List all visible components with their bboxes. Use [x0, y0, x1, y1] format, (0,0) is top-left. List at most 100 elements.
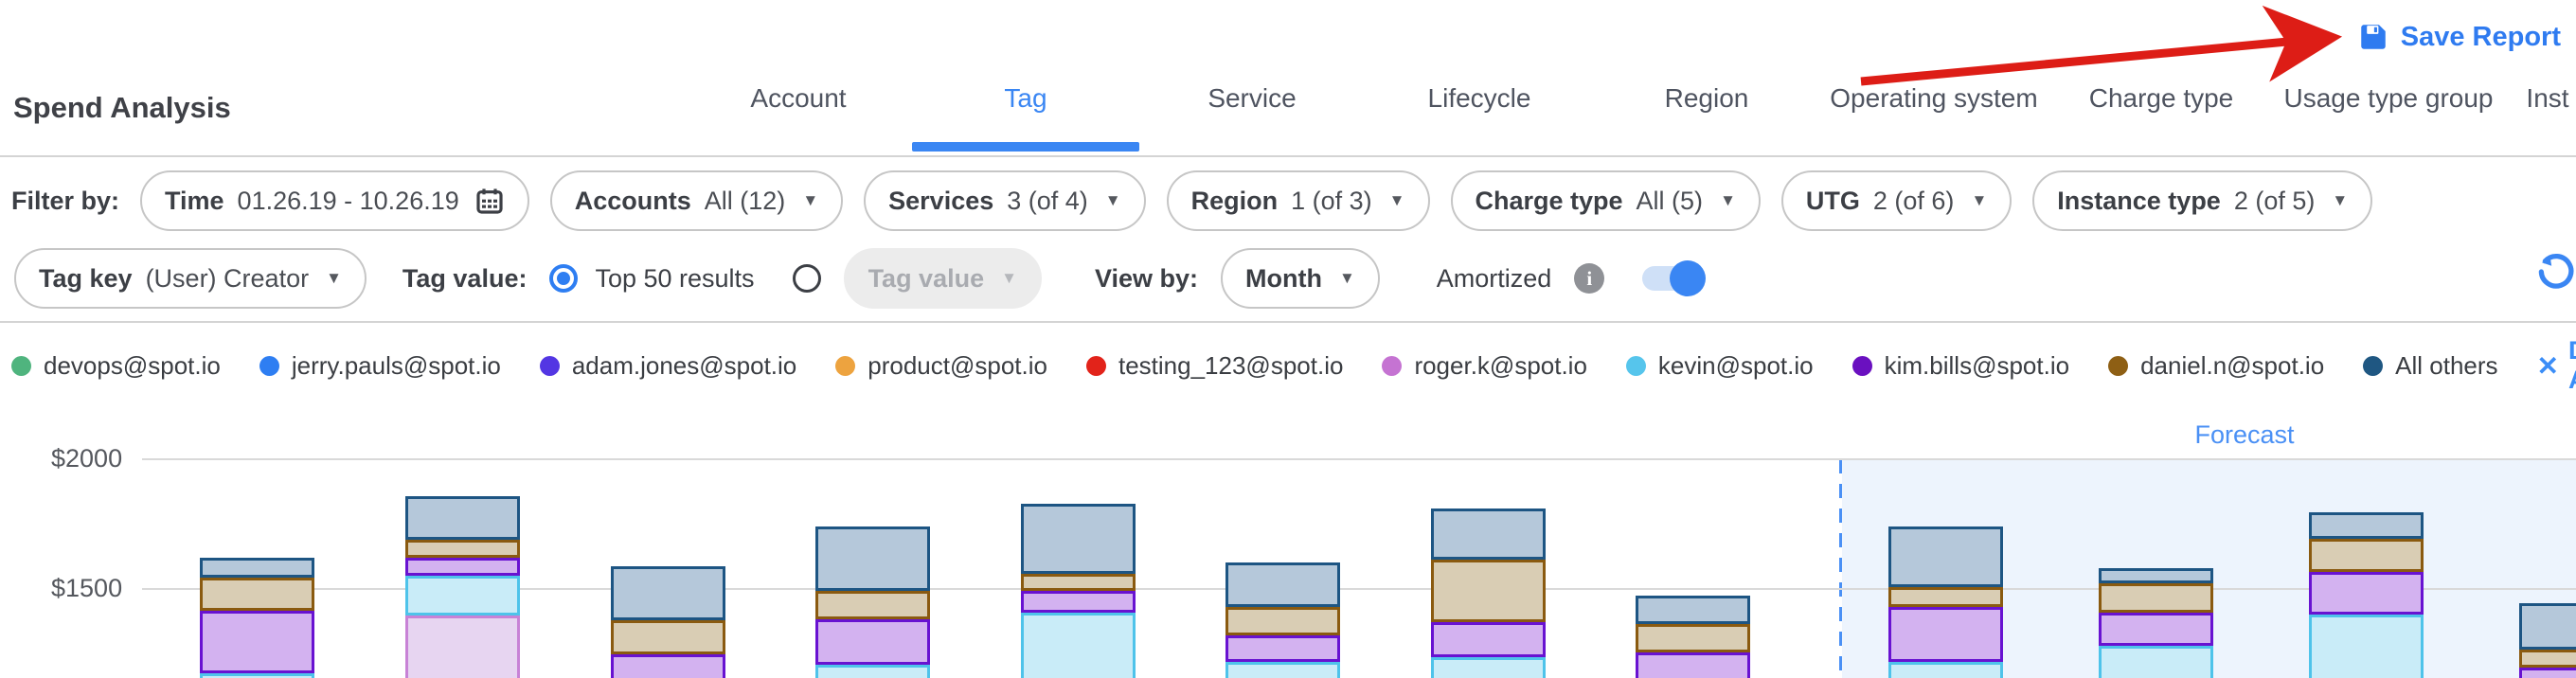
chevron-down-icon [1389, 191, 1405, 210]
utg-filter-pill[interactable]: UTG2 (of 6) [1781, 170, 2012, 231]
tab-charge-type[interactable]: Charge type [2048, 83, 2275, 114]
bar-segment-all-others[interactable] [1225, 562, 1340, 607]
reset-refresh-button[interactable] [2534, 252, 2574, 296]
bar-segment-all-others[interactable] [1888, 526, 2003, 587]
bar-segment-kim-bills-spot-io[interactable] [815, 619, 930, 665]
bar-segment-kevin-spot-io[interactable] [1021, 613, 1136, 678]
time-filter-pill[interactable]: Time 01.26.19 - 10.26.19 [140, 170, 529, 231]
bar-segment-kim-bills-spot-io[interactable] [2309, 572, 2424, 615]
tag-key-pill[interactable]: Tag key (User) Creator [14, 248, 367, 309]
tab-tag[interactable]: Tag [912, 83, 1139, 114]
bar-segment-daniel-n-spot-io[interactable] [2309, 539, 2424, 572]
legend-item-jerry-pauls-spot-io[interactable]: jerry.pauls@spot.io [259, 351, 501, 381]
tab-account[interactable]: Account [685, 83, 912, 114]
bar-segment-daniel-n-spot-io[interactable] [405, 540, 520, 558]
bar-segment-all-others[interactable] [200, 558, 314, 578]
bar-segment-kim-bills-spot-io[interactable] [2519, 668, 2576, 678]
tab-operating-system[interactable]: Operating system [1820, 83, 2048, 114]
bar-segment-daniel-n-spot-io[interactable] [2099, 583, 2213, 613]
bar-segment-kevin-spot-io[interactable] [1431, 657, 1546, 678]
amortized-label: Amortized [1437, 264, 1552, 294]
amortized-toggle[interactable] [1642, 266, 1703, 291]
accounts-filter-pill[interactable]: AccountsAll (12) [550, 170, 843, 231]
bar-segment-daniel-n-spot-io[interactable] [1888, 587, 2003, 607]
pill-label: Charge type [1476, 187, 1623, 216]
bar-segment-kevin-spot-io[interactable] [200, 673, 314, 678]
red-arrow-annotation [0, 0, 2576, 157]
bar-segment-kim-bills-spot-io[interactable] [1225, 635, 1340, 662]
bar-segment-daniel-n-spot-io[interactable] [1636, 624, 1750, 652]
bar-segment-kevin-spot-io[interactable] [1225, 662, 1340, 678]
instance-type-filter-pill[interactable]: Instance type2 (of 5) [2032, 170, 2372, 231]
bar-segment-daniel-n-spot-io[interactable] [1431, 560, 1546, 622]
bar-segment-all-others[interactable] [2099, 568, 2213, 583]
bar-segment-all-others[interactable] [815, 526, 930, 591]
legend-item-all-others[interactable]: All others [2363, 351, 2497, 381]
bar-segment-daniel-n-spot-io[interactable] [611, 620, 725, 654]
legend-item-testing-123-spot-io[interactable]: testing_123@spot.io [1086, 351, 1343, 381]
region-filter-pill[interactable]: Region1 (of 3) [1167, 170, 1430, 231]
bar-segment-all-others[interactable] [405, 496, 520, 540]
bar-segment-all-others[interactable] [1431, 508, 1546, 560]
bar-segment-kim-bills-spot-io[interactable] [1021, 591, 1136, 613]
top-50-results-label: Top 50 results [595, 264, 754, 294]
bar-segment-daniel-n-spot-io[interactable] [2519, 650, 2576, 667]
bar-segment-daniel-n-spot-io[interactable] [815, 591, 930, 619]
bar-segment-all-others[interactable] [611, 566, 725, 620]
filter-row-secondary: Tag key (User) Creator Tag value: Top 50… [14, 248, 1703, 309]
legend-item-product-spot-io[interactable]: product@spot.io [835, 351, 1047, 381]
bar-segment-kim-bills-spot-io[interactable] [200, 611, 314, 673]
legend-label: roger.k@spot.io [1414, 351, 1586, 381]
chevron-down-icon [326, 269, 342, 288]
filter-row-primary: Filter by: Time 01.26.19 - 10.26.19 Acco… [11, 170, 2372, 231]
tab-region[interactable]: Region [1593, 83, 1820, 114]
tab-lifecycle[interactable]: Lifecycle [1366, 83, 1593, 114]
legend-item-daniel-n-spot-io[interactable]: daniel.n@spot.io [2108, 351, 2324, 381]
bar-segment-daniel-n-spot-io[interactable] [200, 578, 314, 611]
bar-segment-kim-bills-spot-io[interactable] [2099, 613, 2213, 646]
bar-segment-kevin-spot-io[interactable] [2099, 646, 2213, 678]
legend-label: kim.bills@spot.io [1885, 351, 2069, 381]
time-filter-value: 01.26.19 - 10.26.19 [238, 187, 459, 216]
legend-dot [1382, 356, 1402, 376]
legend-item-adam-jones-spot-io[interactable]: adam.jones@spot.io [540, 351, 796, 381]
chevron-down-icon [802, 191, 818, 210]
tag-value-pill-disabled[interactable]: Tag value [844, 248, 1042, 309]
bar-segment-roger-k-spot-io[interactable] [405, 616, 520, 678]
custom-tag-value-radio[interactable] [793, 264, 821, 293]
bar-segment-kim-bills-spot-io[interactable] [405, 558, 520, 576]
bar-segment-kevin-spot-io[interactable] [815, 665, 930, 678]
bar-segment-daniel-n-spot-io[interactable] [1225, 607, 1340, 635]
spend-chart: Forecast $2000 $1500 [0, 394, 2576, 678]
legend-item-devops-spot-io[interactable]: devops@spot.io [11, 351, 221, 381]
view-by-pill[interactable]: Month [1221, 248, 1380, 309]
charge-type-filter-pill[interactable]: Charge type All (5) [1451, 170, 1761, 231]
bar-segment-kim-bills-spot-io[interactable] [1636, 652, 1750, 678]
deselect-all-button[interactable]: ✕Deselect All [2537, 336, 2576, 395]
bar-segment-kim-bills-spot-io[interactable] [1888, 607, 2003, 662]
bar-segment-kim-bills-spot-io[interactable] [1431, 622, 1546, 657]
legend-label: All others [2395, 351, 2497, 381]
bar-segment-all-others[interactable] [1636, 596, 1750, 624]
bar-segment-kevin-spot-io[interactable] [2309, 615, 2424, 678]
legend-dot [540, 356, 560, 376]
save-report-button[interactable]: Save Report [2357, 21, 2561, 53]
tab-service[interactable]: Service [1138, 83, 1366, 114]
bar-segment-all-others[interactable] [1021, 504, 1136, 574]
legend-item-roger-k-spot-io[interactable]: roger.k@spot.io [1382, 351, 1586, 381]
top-50-results-radio[interactable] [549, 264, 578, 293]
info-icon[interactable] [1574, 263, 1604, 294]
legend-item-kim-bills-spot-io[interactable]: kim.bills@spot.io [1852, 351, 2069, 381]
legend-row: devops@spot.io jerry.pauls@spot.io adam.jo… [11, 343, 2576, 388]
time-filter-label: Time [165, 187, 224, 216]
pill-value: All (5) [1637, 187, 1704, 216]
legend-item-kevin-spot-io[interactable]: kevin@spot.io [1626, 351, 1814, 381]
tab-inst[interactable]: Inst [2434, 83, 2576, 114]
bar-segment-kevin-spot-io[interactable] [1888, 662, 2003, 678]
bar-segment-all-others[interactable] [2519, 603, 2576, 650]
bar-segment-daniel-n-spot-io[interactable] [1021, 574, 1136, 591]
bar-segment-kevin-spot-io[interactable] [405, 576, 520, 616]
services-filter-pill[interactable]: Services3 (of 4) [864, 170, 1145, 231]
bar-segment-kim-bills-spot-io[interactable] [611, 654, 725, 678]
bar-segment-all-others[interactable] [2309, 512, 2424, 539]
